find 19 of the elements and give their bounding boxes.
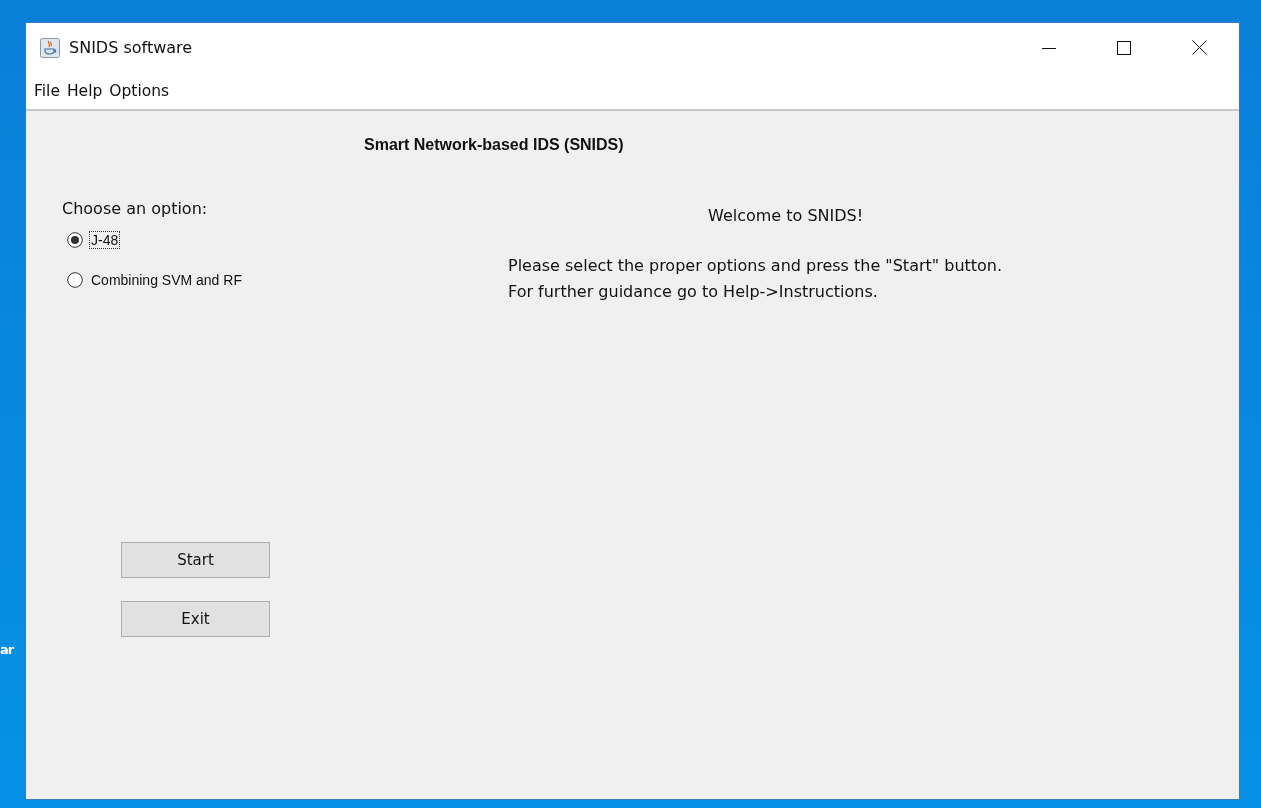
radio-label[interactable]: Combining SVM and RF xyxy=(89,271,244,289)
instruction-text: For further guidance go to Help->Instructions. xyxy=(508,281,879,303)
coffee-cup-icon xyxy=(40,37,60,58)
window-title: SNIDS software xyxy=(69,38,193,57)
start-button[interactable]: Start xyxy=(121,542,270,578)
close-icon[interactable] xyxy=(1192,40,1207,55)
maximize-icon[interactable] xyxy=(1117,40,1131,55)
exit-button[interactable]: Exit xyxy=(121,601,270,637)
menu-item[interactable]: File xyxy=(34,81,60,100)
radio-button[interactable] xyxy=(67,232,83,248)
menu-item[interactable]: Help xyxy=(66,81,103,100)
radio-button[interactable] xyxy=(67,272,83,288)
instruction-text: Please select the proper options and press the "Start" button. xyxy=(508,255,1004,277)
options-label: Choose an option: xyxy=(62,199,209,218)
radio-label[interactable]: J-48 xyxy=(89,231,121,249)
desktop-icon-label: ar xyxy=(0,642,14,657)
menu-item[interactable]: Options xyxy=(109,81,170,100)
welcome-text: Welcome to SNIDS! xyxy=(707,206,865,225)
heading: Smart Network-based IDS (SNIDS) xyxy=(363,136,625,154)
